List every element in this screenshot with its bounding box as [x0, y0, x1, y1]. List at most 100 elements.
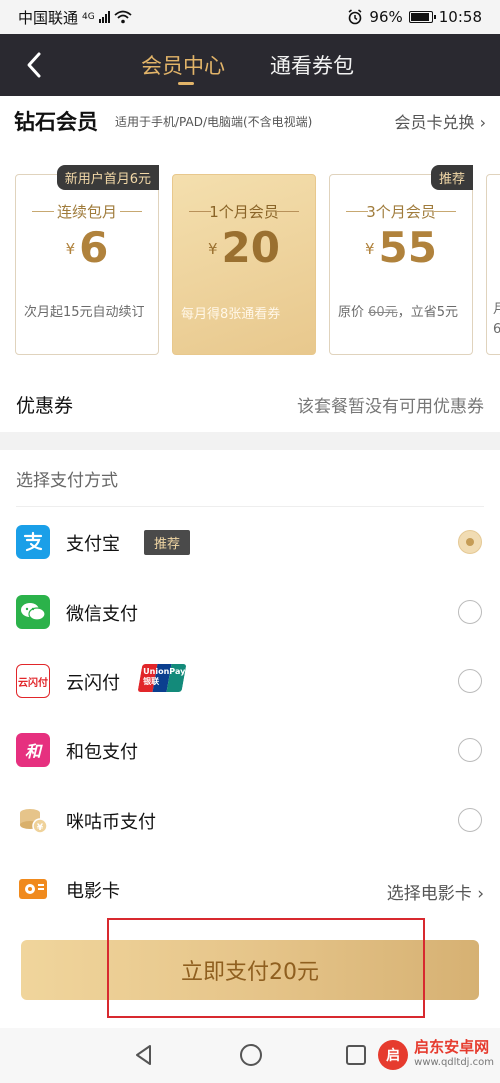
watermark: 启 启东安卓网 www.qdltdj.com [378, 1040, 494, 1070]
square-recent-icon [346, 1045, 366, 1065]
plan-price: ¥20 [173, 223, 315, 272]
plan-card-one-month[interactable]: 1个月会员 ¥20 每月得8张通看券 [172, 174, 316, 355]
plan-desc: 次月起15元自动续订 [24, 305, 145, 320]
status-bar: 中国联通 4G 96% 10:58 [0, 0, 500, 34]
app-header: 会员中心 通看券包 [0, 34, 500, 96]
payment-label: 微信支付 [66, 604, 138, 625]
nav-home-button[interactable] [238, 1042, 264, 1068]
payment-method-wechat[interactable]: 微信支付 [0, 583, 500, 641]
radio-wechat[interactable] [458, 600, 482, 624]
tab-active-indicator [178, 82, 194, 85]
nav-recent-button[interactable] [343, 1042, 369, 1068]
payment-label: 电影卡 [66, 881, 120, 902]
redeem-card-label: 会员卡兑换 [394, 113, 475, 132]
plan-partial-text: 6 [493, 322, 500, 337]
tab-member-center[interactable]: 会员中心 [141, 50, 225, 80]
cloud-quickpass-icon: 云闪付 [16, 664, 50, 698]
watermark-title: 启东安卓网 [414, 1038, 490, 1056]
plan-badge-recommend: 推荐 [430, 165, 473, 190]
plan-card-partial[interactable]: 月 6 [486, 174, 500, 355]
currency-symbol: ¥ [365, 240, 375, 258]
signal-icon [98, 11, 110, 23]
payment-method-alipay[interactable]: 支付宝 推荐 [0, 513, 500, 571]
movie-card-icon [16, 872, 50, 906]
coupon-label: 优惠券 [16, 395, 74, 417]
original-price: 60元 [368, 305, 398, 320]
plan-partial-text: 月 [493, 302, 500, 317]
status-right: 96% 10:58 [347, 8, 482, 26]
watermark-logo: 启 [378, 1040, 409, 1070]
triangle-back-icon [136, 1045, 151, 1065]
redeem-card-link[interactable]: 会员卡兑换 › [394, 109, 486, 133]
select-movie-card-link[interactable]: 选择电影卡 › [387, 879, 484, 904]
cloud-quickpass-text: 云闪付 [18, 677, 48, 689]
network-type: 4G [82, 12, 95, 22]
plan-card-three-month[interactable]: 推荐 3个月会员 ¥55 原价 60元，立省5元 [329, 165, 473, 355]
chevron-right-icon: › [477, 884, 484, 904]
wechat-pay-icon [16, 595, 50, 629]
divider [16, 506, 484, 507]
payment-method-hebao[interactable]: 和 和包支付 [0, 721, 500, 779]
circle-home-icon [240, 1044, 262, 1066]
section-divider [0, 432, 500, 450]
member-tier-title: 钻石会员 [14, 110, 98, 134]
watermark-text: 启东安卓网 www.qdltdj.com [414, 1040, 494, 1070]
battery-icon [408, 11, 436, 23]
plan-badge: 新用户首月6元 [56, 165, 159, 190]
alipay-icon [16, 525, 50, 559]
wifi-icon [114, 10, 132, 24]
battery-percent: 96% [369, 8, 403, 26]
clock: 10:58 [438, 8, 482, 26]
price-value: 55 [378, 223, 437, 272]
hebao-icon: 和 [16, 733, 50, 767]
radio-migu-coin[interactable] [458, 808, 482, 832]
carrier-group: 中国联通 4G [18, 7, 132, 28]
chevron-right-icon: › [479, 113, 486, 132]
plan-name-divider [120, 211, 142, 212]
payment-label: 和包支付 [66, 742, 138, 763]
watermark-url: www.qdltdj.com [414, 1057, 494, 1068]
migu-coin-icon: ¥ [16, 803, 50, 837]
coupon-status: 该套餐暂没有可用优惠券 [297, 397, 484, 417]
nav-back-button[interactable] [131, 1042, 157, 1068]
payment-label: 咪咕币支付 [66, 812, 156, 833]
payment-method-migu-coin[interactable]: ¥ 咪咕币支付 [0, 791, 500, 849]
price-value: 6 [79, 223, 109, 272]
select-movie-card-label: 选择电影卡 [386, 884, 472, 904]
plan-desc: 每月得8张通看券 [181, 307, 281, 322]
payment-method-movie-card[interactable]: 电影卡 选择电影卡 › [0, 860, 500, 918]
radio-hebao[interactable] [458, 738, 482, 762]
currency-symbol: ¥ [65, 240, 76, 258]
svg-text:¥: ¥ [37, 823, 44, 833]
back-button[interactable] [20, 50, 50, 80]
plan-price: ¥55 [330, 223, 472, 272]
currency-symbol: ¥ [208, 240, 218, 258]
plan-name-divider [434, 211, 456, 212]
coupon-row[interactable]: 优惠券 该套餐暂没有可用优惠券 [0, 372, 500, 432]
plan-card-monthly-auto[interactable]: 新用户首月6元 连续包月 ¥6 次月起15元自动续订 [15, 165, 159, 355]
plan-name-divider [277, 211, 299, 212]
plan-desc: 原价 60元，立省5元 [338, 303, 464, 323]
radio-cloud-quickpass[interactable] [458, 669, 482, 693]
payment-label: 云闪付 [66, 673, 120, 694]
payment-method-cloud-quickpass[interactable]: 云闪付 云闪付 UnionPay 银联 [0, 652, 500, 710]
unionpay-text: UnionPay 银联 [143, 667, 186, 686]
tab-ticket-wallet[interactable]: 通看券包 [270, 50, 354, 80]
carrier-name: 中国联通 [18, 8, 79, 27]
pay-now-button[interactable]: 立即支付20元 [21, 940, 479, 1000]
radio-alipay[interactable] [458, 530, 482, 554]
savings-text: ，立省5元 [397, 305, 458, 320]
payment-heading: 选择支付方式 [16, 471, 118, 491]
recommend-tag: 推荐 [144, 530, 191, 555]
alarm-icon [348, 9, 362, 25]
payment-label: 支付宝 [66, 534, 120, 555]
plan-price: ¥6 [16, 223, 158, 272]
member-title-row: 钻石会员 适用于手机/PAD/电脑端(不含电视端) 会员卡兑换 › [0, 96, 500, 148]
member-tier-desc: 适用于手机/PAD/电脑端(不含电视端) [115, 115, 313, 129]
chevron-left-icon [27, 52, 41, 78]
hebao-glyph: 和 [24, 742, 41, 761]
price-value: 20 [221, 223, 280, 272]
original-price-label: 原价 [338, 305, 369, 320]
plan-list: 新用户首月6元 连续包月 ¥6 次月起15元自动续订 1个月会员 ¥20 每月得… [0, 162, 500, 362]
unionpay-icon: UnionPay 银联 [137, 664, 187, 692]
